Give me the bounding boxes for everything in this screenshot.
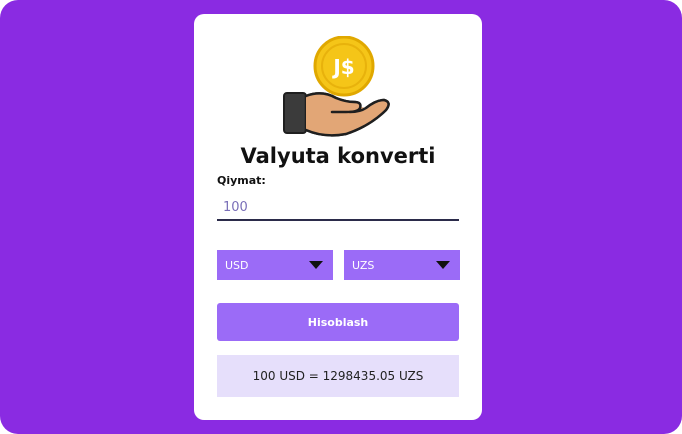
to-currency-select[interactable]: UZS <box>344 250 460 280</box>
converter-card: J$ Valyuta konverti Qiymat: USD UZS Hiso… <box>194 14 482 420</box>
page-title: Valyuta konverti <box>240 144 436 168</box>
caret-down-icon <box>309 261 323 269</box>
hand-holding-coin-icon: J$ <box>283 36 390 137</box>
from-currency-value: USD <box>225 258 249 272</box>
coin-text: J$ <box>331 55 354 79</box>
amount-label: Qiymat: <box>217 174 266 187</box>
page-background: J$ Valyuta konverti Qiymat: USD UZS Hiso… <box>0 0 682 434</box>
caret-down-icon <box>436 261 450 269</box>
to-currency-value: UZS <box>352 258 375 272</box>
calculate-button[interactable]: Hisoblash <box>217 303 459 341</box>
from-currency-select[interactable]: USD <box>217 250 333 280</box>
amount-input[interactable] <box>217 195 459 221</box>
result-display: 100 USD = 1298435.05 UZS <box>217 355 459 397</box>
